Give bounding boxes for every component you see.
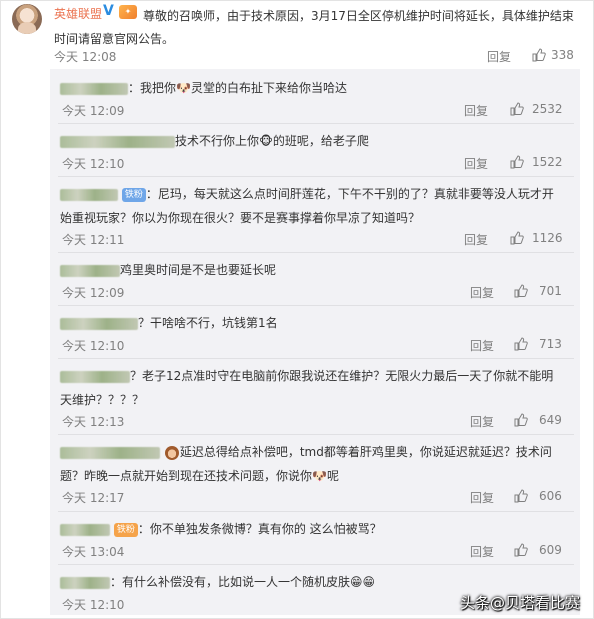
- comment-like-count: 609: [539, 543, 562, 557]
- comment-like-count: 649: [539, 413, 562, 427]
- commenter-name[interactable]: [60, 188, 118, 201]
- commenter-name[interactable]: [60, 370, 130, 383]
- post-like-count: 338: [551, 48, 574, 62]
- emoji-monkey-icon: [164, 445, 179, 460]
- comment-like-count: 1522: [532, 155, 563, 169]
- commenter-name[interactable]: [60, 317, 138, 330]
- watermark: 头条@贝塔看比赛: [459, 594, 580, 612]
- comment-reply-button[interactable]: 回复: [464, 102, 488, 119]
- comment-reply-button[interactable]: 回复: [464, 231, 488, 248]
- comment-reply-button[interactable]: 回复: [470, 284, 494, 301]
- comment-reply-button[interactable]: 回复: [470, 337, 494, 354]
- comment-like-count: 701: [539, 284, 562, 298]
- fan-badge: 铁粉: [121, 187, 146, 202]
- divider: [58, 305, 574, 306]
- comment-time: 今天 12:10: [62, 339, 125, 353]
- comment-time: 今天 12:09: [62, 104, 125, 118]
- comment-time: 今天 12:17: [62, 491, 125, 505]
- comment-text: 你不单独发条微博？真有你的 这么怕被骂？: [149, 522, 382, 536]
- like-icon[interactable]: [514, 284, 528, 298]
- commenter-name[interactable]: [60, 446, 160, 459]
- comment-like-count: 713: [539, 337, 562, 351]
- comment-like-count: 606: [539, 489, 562, 503]
- post-reply-button[interactable]: 回复: [487, 48, 511, 65]
- commenter-name[interactable]: [60, 264, 120, 277]
- post-text: 尊敬的召唤师，由于技术原因，3月17日全区停机维护时间将延长，具体维护结束时间请…: [54, 9, 574, 46]
- like-icon[interactable]: [510, 155, 524, 169]
- comment-item: ？干啥啥不行，坑钱第1名: [60, 311, 565, 335]
- like-icon[interactable]: [532, 48, 546, 62]
- comment-text: ？干啥啥不行，坑钱第1名: [138, 316, 278, 330]
- divider: [58, 176, 574, 177]
- fan-badge: 铁粉: [113, 522, 138, 537]
- comment-item: 技术不行你上你🐵的班呢，给老子爬: [60, 129, 565, 153]
- divider: [58, 123, 574, 124]
- divider: [58, 564, 574, 565]
- comment-time: 今天 12:10: [62, 598, 125, 612]
- post-time: 今天 12:08: [54, 50, 117, 64]
- comment-time: 今天 12:13: [62, 415, 125, 429]
- comment-time: 今天 12:11: [62, 233, 125, 247]
- comment-text: 有什么补偿没有，比如说一人一个随机皮肤😁😁: [122, 575, 376, 589]
- like-icon[interactable]: [514, 489, 528, 503]
- comment-item: 铁粉 ：你不单独发条微博？真有你的 这么怕被骂？: [60, 517, 565, 541]
- comment-like-count: 1126: [532, 231, 563, 245]
- comment-item: ？老子12点准时守在电脑前你跟我说还在维护？无限火力最后一天了你就不能明天维护？…: [60, 364, 565, 412]
- like-icon[interactable]: [514, 413, 528, 427]
- like-icon[interactable]: [514, 543, 528, 557]
- comment-like-count: 2532: [532, 102, 563, 116]
- comment-reply-button[interactable]: 回复: [470, 489, 494, 506]
- commenter-name[interactable]: [60, 135, 175, 148]
- comment-item: ：有什么补偿没有，比如说一人一个随机皮肤😁😁: [60, 570, 565, 594]
- comment-time: 今天 13:04: [62, 545, 125, 559]
- divider: [58, 511, 574, 512]
- commenter-name[interactable]: [60, 576, 110, 589]
- comment-reply-button[interactable]: 回复: [464, 155, 488, 172]
- comment-text: ？老子12点准时守在电脑前你跟我说还在维护？无限火力最后一天了你就不能明天维护？…: [60, 369, 554, 407]
- comment-time: 今天 12:10: [62, 157, 125, 171]
- divider: [58, 358, 574, 359]
- comment-text: 鸡里奥时间是不是也要延长呢: [120, 263, 277, 277]
- avatar[interactable]: [12, 4, 42, 34]
- comment-reply-button[interactable]: 回复: [470, 543, 494, 560]
- comment-item: ：我把你🐶灵堂的白布扯下来给你当哈达: [60, 76, 565, 100]
- like-icon[interactable]: [514, 337, 528, 351]
- commenter-name[interactable]: [60, 523, 110, 536]
- divider: [58, 252, 574, 253]
- comment-item: 延迟总得给点补偿吧，tmd都等着肝鸡里奥，你说延迟就延迟？技术问题？昨晚一点就开…: [60, 440, 565, 488]
- like-icon[interactable]: [510, 231, 524, 245]
- comment-reply-button[interactable]: 回复: [470, 413, 494, 430]
- comment-time: 今天 12:09: [62, 286, 125, 300]
- comment-item: 铁粉 ：尼玛，每天就这么点时间肝莲花，下午不干别的了？真就非要等没人玩才开始重视玩…: [60, 187, 554, 225]
- comment-item: 鸡里奥时间是不是也要延长呢: [60, 258, 565, 282]
- like-icon[interactable]: [510, 102, 524, 116]
- commenter-name[interactable]: [60, 82, 128, 95]
- comment-text: 技术不行你上你🐵的班呢，给老子爬: [175, 134, 369, 148]
- divider: [58, 434, 574, 435]
- comment-text: 我把你🐶灵堂的白布扯下来给你当哈达: [140, 81, 347, 95]
